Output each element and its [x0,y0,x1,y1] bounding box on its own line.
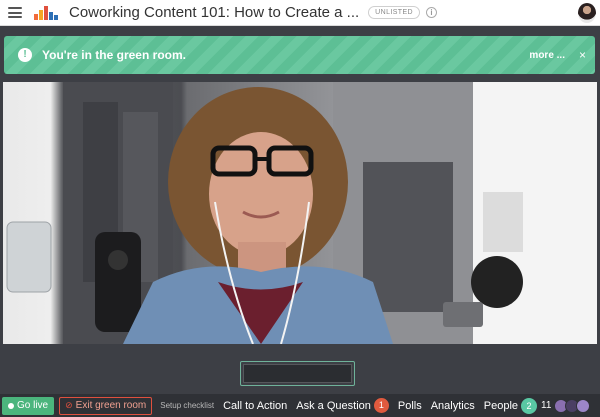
self-preview-thumbnail[interactable] [240,361,355,386]
webcam-scene [6,82,597,344]
video-feed [3,82,597,344]
brand-logo[interactable] [34,5,58,20]
people-count-badge: 2 [521,397,538,414]
live-dot-icon [8,402,14,409]
alert-icon: ! [18,48,32,62]
menu-icon[interactable] [8,7,22,18]
nav-analytics[interactable]: Analytics [431,400,475,412]
banner-more-link[interactable]: more ... [529,50,565,61]
green-room-banner: ! You're in the green room. more ... × [4,36,595,74]
setup-checklist-link[interactable]: Setup checklist [160,401,214,410]
go-live-label: Go live [17,400,49,411]
go-live-button[interactable]: Go live [2,396,55,415]
bottom-toolbar: Go live ⊘ Exit green room Setup checklis… [0,394,600,417]
viewer-avatars[interactable] [554,398,591,413]
nav-people[interactable]: People [484,400,518,412]
ask-question-count-badge: 1 [373,398,389,413]
avatar [576,398,591,413]
video-off-icon: ⊘ [65,400,73,410]
exit-green-room-button[interactable]: ⊘ Exit green room [59,396,153,415]
exit-label: Exit green room [75,400,147,411]
top-bar: Coworking Content 101: How to Create a .… [0,0,600,26]
nav-call-to-action[interactable]: Call to Action [223,400,287,412]
nav-ask-question[interactable]: Ask a Question [296,400,371,412]
banner-message: You're in the green room. [42,48,186,62]
nav-polls[interactable]: Polls [398,400,422,412]
close-icon[interactable]: × [579,48,586,62]
page-title: Coworking Content 101: How to Create a .… [69,4,360,21]
info-icon[interactable]: i [425,7,437,18]
viewer-count: 11 [541,400,552,411]
user-avatar[interactable] [578,3,596,23]
unlisted-badge: UNLISTED [368,6,420,19]
